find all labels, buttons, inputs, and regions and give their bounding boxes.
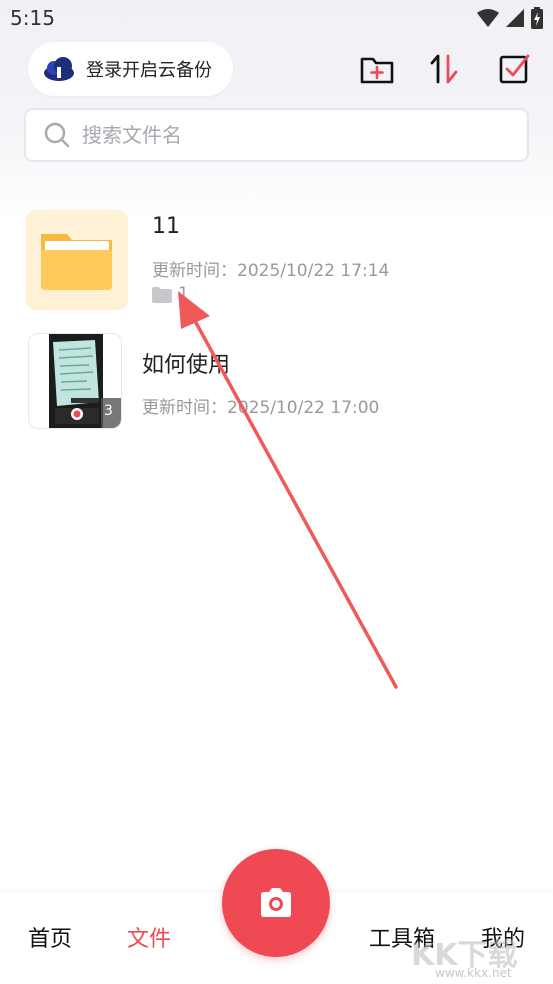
new-folder-button[interactable] <box>358 50 396 88</box>
search-input[interactable] <box>82 123 482 147</box>
folder-updated-time: 更新时间：2025/10/22 17:14 <box>152 261 390 281</box>
status-bar: 5:15 <box>0 0 553 36</box>
watermark-url: www.kkx.net <box>435 966 512 980</box>
tab-home[interactable]: 首页 <box>28 921 72 953</box>
checkbox-icon <box>499 54 530 84</box>
tab-files[interactable]: 文件 <box>127 921 171 953</box>
cloud-icon <box>44 57 74 81</box>
folder-title: 11 <box>152 214 180 239</box>
status-time: 5:15 <box>10 6 55 30</box>
multi-select-button[interactable] <box>496 50 534 88</box>
camera-button[interactable] <box>222 849 330 957</box>
search-box[interactable] <box>24 108 529 162</box>
document-page-count: 3 <box>104 403 113 419</box>
sort-button[interactable] <box>426 50 464 88</box>
wifi-icon <box>477 9 499 27</box>
folder-icon <box>41 234 112 290</box>
document-thumbnail: 3 <box>28 333 122 429</box>
new-folder-icon <box>360 57 394 84</box>
watermark: KK下载 www.kkx.net <box>405 930 545 982</box>
list-item-document[interactable]: 3 如何使用 更新时间：2025/10/22 17:00 <box>26 333 526 433</box>
document-updated-time: 更新时间：2025/10/22 17:00 <box>142 398 380 418</box>
document-title: 如何使用 <box>142 353 231 378</box>
cellular-signal-icon <box>506 9 524 27</box>
folder-item-count: 1 <box>178 284 189 304</box>
folder-count-icon <box>152 287 172 303</box>
cloud-backup-button[interactable]: 登录开启云备份 <box>28 42 233 96</box>
search-icon <box>44 122 70 148</box>
folder-thumbnail <box>26 210 128 310</box>
camera-icon <box>261 888 291 917</box>
cloud-backup-label: 登录开启云备份 <box>86 60 212 81</box>
list-item-folder[interactable]: 11 更新时间：2025/10/22 17:14 1 <box>26 210 526 314</box>
battery-icon <box>531 7 543 29</box>
status-icons <box>477 7 543 29</box>
sort-icon <box>430 54 458 84</box>
